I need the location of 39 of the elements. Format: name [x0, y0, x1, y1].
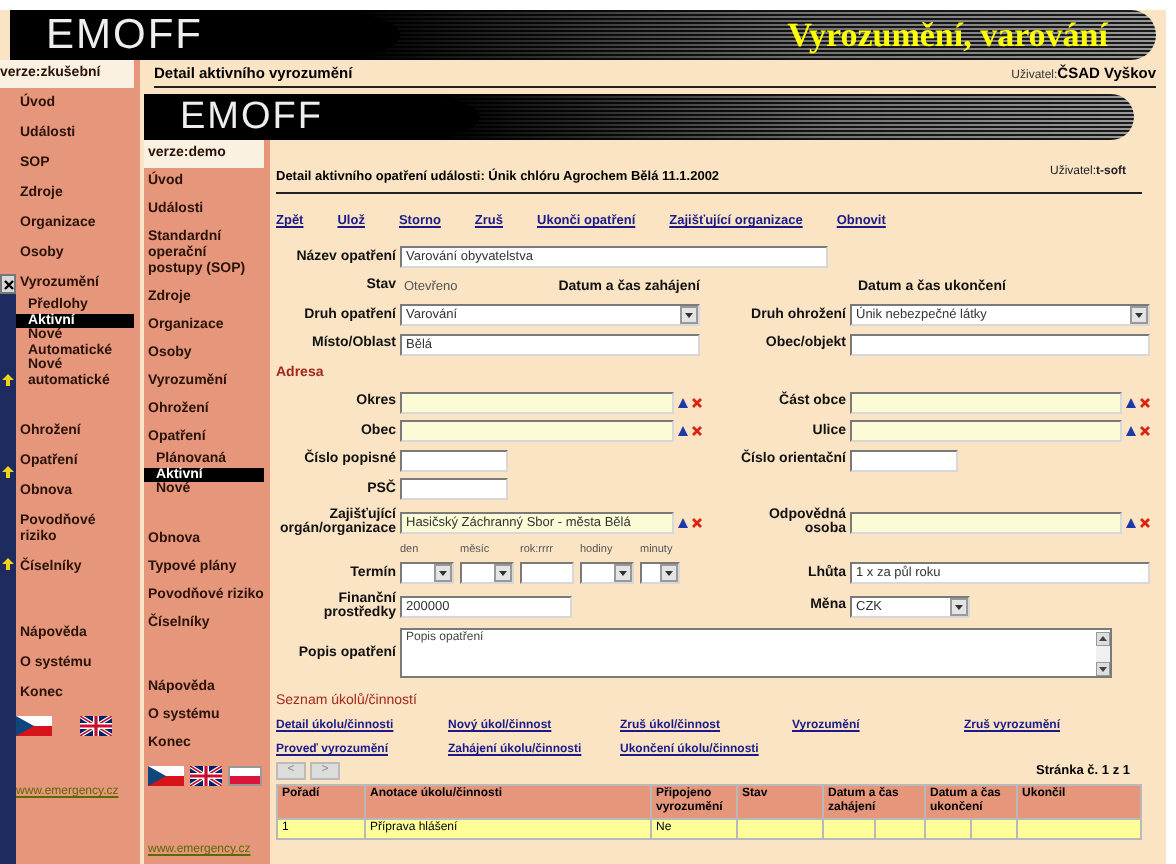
scroll-arrow-icon[interactable] [1096, 662, 1110, 676]
dropdown[interactable] [400, 562, 454, 584]
text-field[interactable] [400, 449, 508, 471]
dropdown[interactable] [580, 562, 634, 584]
dropdown[interactable] [460, 562, 514, 584]
triangle-icon[interactable] [678, 517, 688, 527]
triangle-icon[interactable] [1126, 517, 1136, 527]
text-field[interactable] [520, 562, 574, 584]
lookup-field[interactable] [850, 511, 1122, 533]
cross-icon[interactable] [692, 397, 702, 407]
arrow-icon[interactable] [2, 374, 14, 386]
flag-icon[interactable] [16, 716, 52, 736]
cross-icon[interactable] [1140, 426, 1150, 436]
arrow-icon[interactable] [2, 466, 14, 478]
lookup-field[interactable] [400, 391, 674, 413]
arrow-icon[interactable] [2, 558, 14, 570]
flag-icon[interactable] [190, 765, 222, 785]
cross-icon[interactable] [1140, 517, 1150, 527]
scroll-arrow-icon[interactable] [1096, 632, 1110, 646]
text-field[interactable] [850, 333, 1150, 355]
lookup-field[interactable] [850, 391, 1122, 413]
cross-icon[interactable] [692, 517, 702, 527]
flag-icon[interactable] [80, 716, 112, 736]
page-title: Vyrozumění, varování [787, 15, 1108, 55]
lookup-field[interactable] [850, 420, 1122, 442]
triangle-icon[interactable] [1126, 426, 1136, 436]
triangle-icon[interactable] [678, 426, 688, 436]
text-field[interactable] [400, 478, 508, 500]
triangle-icon[interactable] [1126, 397, 1136, 407]
dropdown[interactable] [640, 562, 680, 584]
close-button[interactable] [0, 274, 16, 294]
flag-icon[interactable] [148, 765, 184, 785]
scrollbar[interactable] [1096, 632, 1110, 676]
cross-icon[interactable] [1140, 397, 1150, 407]
text-field[interactable] [850, 449, 958, 471]
cross-icon[interactable] [692, 426, 702, 436]
lookup-field[interactable] [400, 420, 674, 442]
triangle-icon[interactable] [678, 397, 688, 407]
close-icon [3, 279, 13, 289]
